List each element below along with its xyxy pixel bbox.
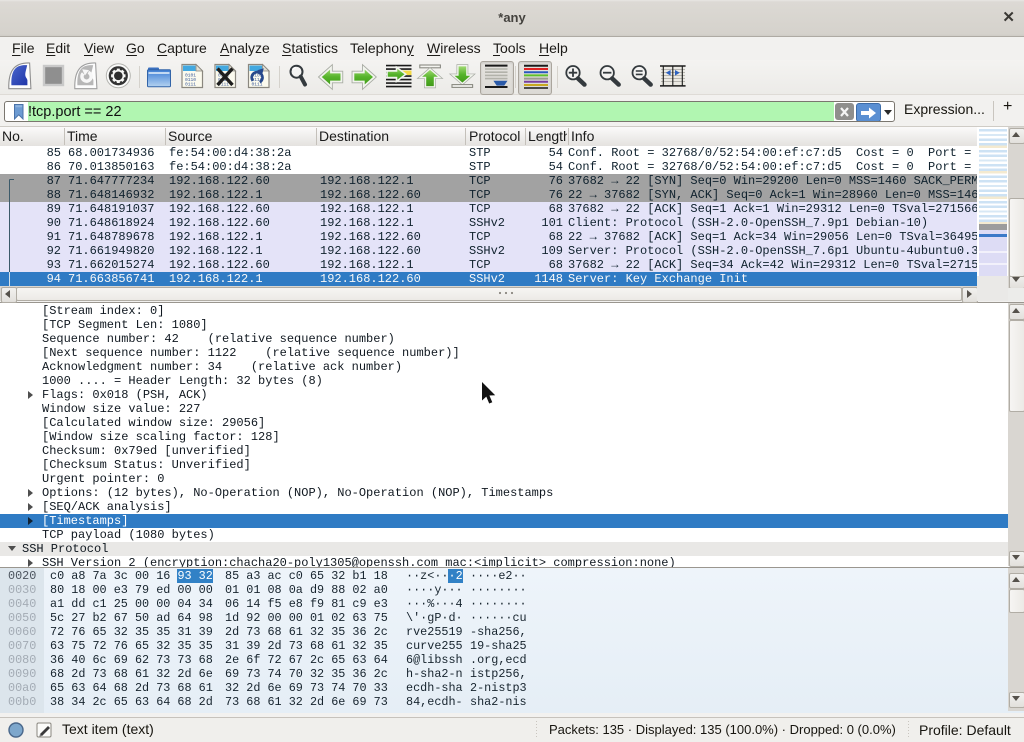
svg-text:0111: 0111 [185,82,196,88]
